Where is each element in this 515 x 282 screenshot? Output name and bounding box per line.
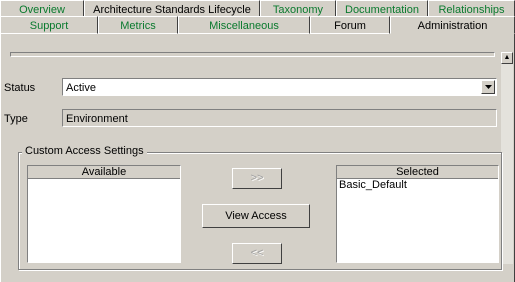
add-button[interactable]: >> xyxy=(232,168,282,189)
scroll-up-arrow-icon[interactable]: ▲ xyxy=(501,52,513,64)
tab-relationships[interactable]: Relationships xyxy=(428,0,515,17)
view-access-button[interactable]: View Access xyxy=(202,204,310,228)
status-value: Active xyxy=(66,82,96,94)
list-item[interactable]: Basic_Default xyxy=(337,179,498,192)
tab-support[interactable]: Support xyxy=(0,16,98,34)
type-label: Type xyxy=(4,113,28,125)
available-header: Available xyxy=(28,166,180,179)
selected-listbox[interactable]: Selected Basic_Default xyxy=(336,165,499,263)
tab-taxonomy[interactable]: Taxonomy xyxy=(260,0,336,17)
tab-row-back: Overview Architecture Standards Lifecycl… xyxy=(0,0,515,17)
type-field: Environment xyxy=(62,109,497,127)
status-dropdown[interactable]: Active xyxy=(62,78,497,96)
tab-architecture-standards-lifecycle[interactable]: Architecture Standards Lifecycle xyxy=(84,0,260,17)
custom-access-settings-title: Custom Access Settings xyxy=(22,145,147,157)
vertical-scrollbar[interactable] xyxy=(501,52,513,264)
type-value: Environment xyxy=(66,113,128,125)
top-divider xyxy=(10,52,495,57)
tab-row-front: Support Metrics Miscellaneous Forum Admi… xyxy=(0,16,515,34)
tab-forum[interactable]: Forum xyxy=(310,16,390,34)
tab-metrics[interactable]: Metrics xyxy=(98,16,178,34)
dropdown-arrow-icon[interactable] xyxy=(481,80,495,94)
selected-header: Selected xyxy=(337,166,498,179)
status-label: Status xyxy=(4,82,36,94)
remove-button[interactable]: << xyxy=(232,243,282,264)
tab-miscellaneous[interactable]: Miscellaneous xyxy=(178,16,310,34)
tab-administration[interactable]: Administration xyxy=(390,16,515,34)
tab-documentation[interactable]: Documentation xyxy=(336,0,428,17)
available-listbox[interactable]: Available xyxy=(27,165,181,263)
tab-overview[interactable]: Overview xyxy=(0,0,84,17)
